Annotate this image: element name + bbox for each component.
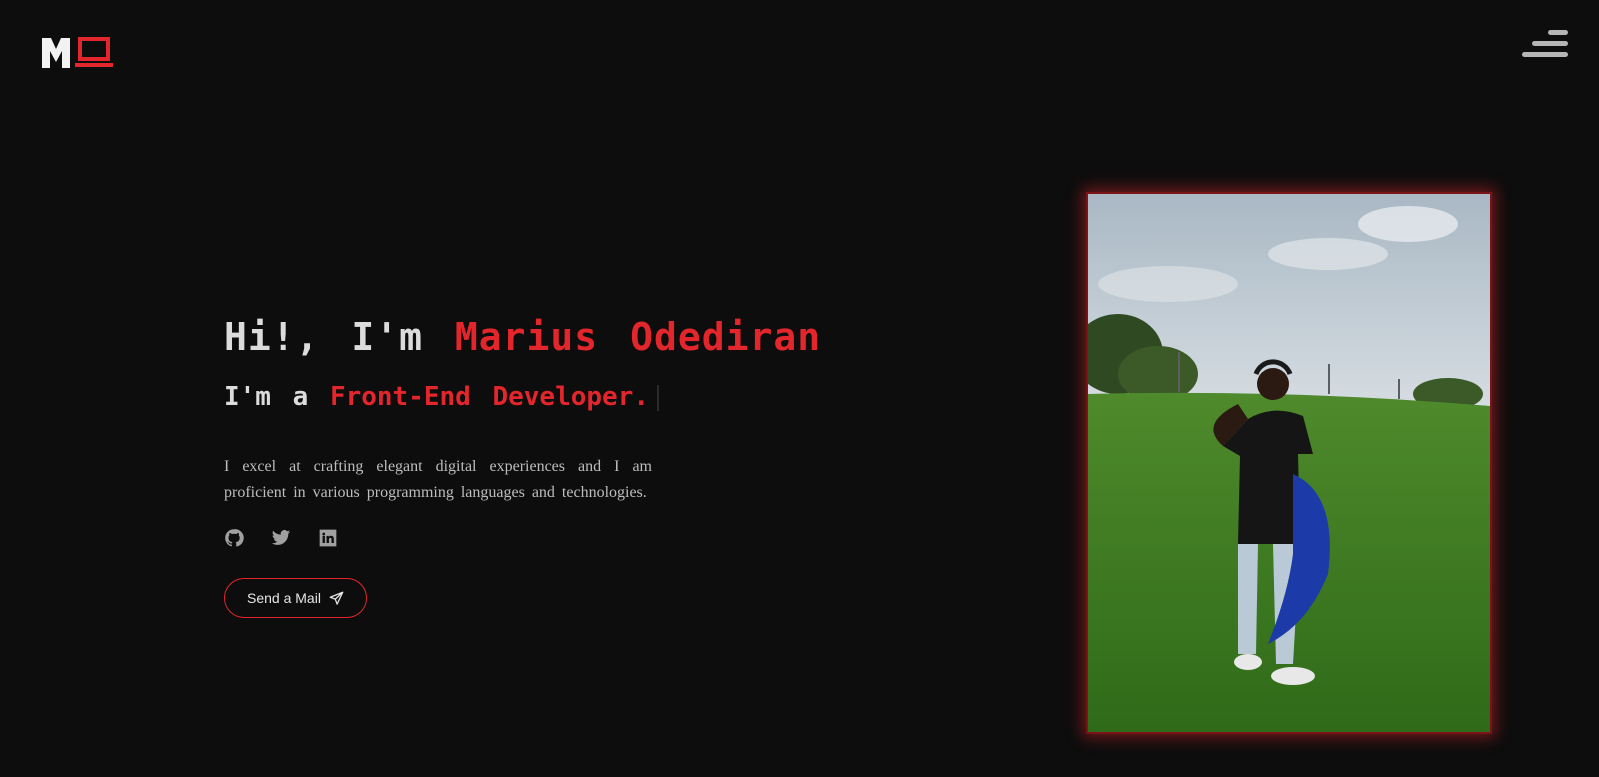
logo-mark-icon xyxy=(42,37,113,68)
menu-line xyxy=(1532,41,1568,46)
hero-section: Hi!, I'm Marius Odediran I'm a Front-End… xyxy=(224,310,864,618)
github-icon xyxy=(225,529,244,547)
typing-cursor xyxy=(657,384,660,411)
linkedin-link[interactable] xyxy=(318,528,338,548)
role-prefix: I'm a xyxy=(224,382,309,412)
paper-plane-icon xyxy=(329,591,344,605)
linkedin-icon xyxy=(319,529,337,547)
profile-photo-image xyxy=(1088,194,1490,732)
profile-photo xyxy=(1086,192,1492,734)
site-logo[interactable] xyxy=(42,36,114,70)
role-title: Front-End Developer. xyxy=(329,382,650,412)
hero-name: Marius Odediran xyxy=(454,315,822,359)
send-mail-label: Send a Mail xyxy=(247,590,321,606)
twitter-icon xyxy=(271,530,291,545)
menu-line xyxy=(1522,52,1568,57)
greeting-prefix: Hi!, I'm xyxy=(224,315,424,359)
send-mail-button[interactable]: Send a Mail xyxy=(224,578,367,618)
hero-role: I'm a Front-End Developer. xyxy=(224,378,864,416)
hero-bio: I excel at crafting elegant digital expe… xyxy=(224,458,652,501)
menu-line xyxy=(1548,30,1568,35)
hamburger-menu-icon[interactable] xyxy=(1518,28,1568,60)
social-links xyxy=(224,528,864,548)
github-link[interactable] xyxy=(224,528,244,548)
hero-greeting: Hi!, I'm Marius Odediran xyxy=(224,310,864,364)
twitter-link[interactable] xyxy=(271,528,291,548)
